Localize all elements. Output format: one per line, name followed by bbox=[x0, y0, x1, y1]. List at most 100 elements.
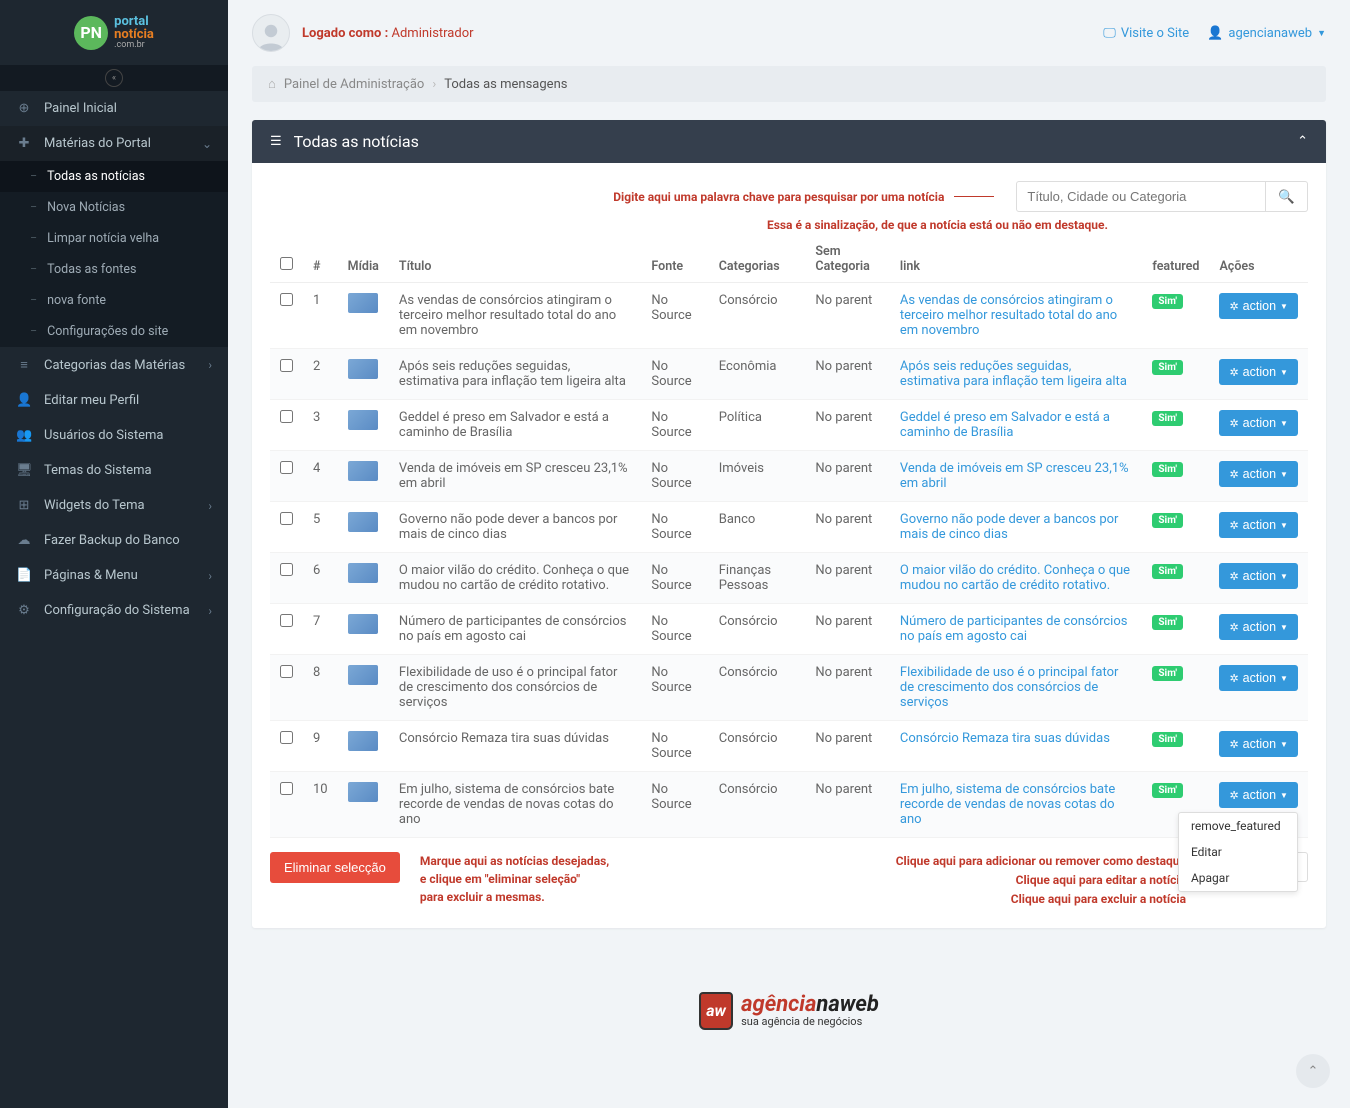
gear-icon: ✲ bbox=[1229, 468, 1238, 481]
sub-item-1[interactable]: Nova Notícias bbox=[0, 192, 228, 223]
nav-icon: 👤 bbox=[16, 393, 32, 408]
caret-down-icon: ▼ bbox=[1280, 572, 1288, 581]
action-button[interactable]: ✲action▼ bbox=[1219, 293, 1298, 319]
row-link[interactable]: As vendas de consórcios atingiram o terc… bbox=[890, 283, 1142, 349]
footer-brand-2: sua agência de negócios bbox=[741, 1016, 879, 1027]
row-link[interactable]: Geddel é preso em Salvador e está a cami… bbox=[890, 400, 1142, 451]
search-button[interactable]: 🔍 bbox=[1266, 181, 1308, 212]
media-thumb[interactable] bbox=[348, 293, 378, 313]
action-button[interactable]: ✲action▼ bbox=[1219, 665, 1298, 691]
row-checkbox[interactable] bbox=[280, 512, 293, 525]
search-input[interactable] bbox=[1016, 181, 1266, 212]
nav-item-3[interactable]: 👤Editar meu Perfil bbox=[0, 383, 228, 418]
row-checkbox[interactable] bbox=[280, 614, 293, 627]
nav-icon: 📄 bbox=[16, 568, 32, 583]
breadcrumb: ⌂ Painel de Administração › Todas as men… bbox=[252, 66, 1326, 102]
sub-item-2[interactable]: Limpar notícia velha bbox=[0, 223, 228, 254]
dropdown-delete[interactable]: Apagar bbox=[1179, 865, 1297, 891]
col-header: Ações bbox=[1209, 236, 1308, 283]
row-link[interactable]: O maior vilão do crédito. Conheça o que … bbox=[890, 553, 1142, 604]
media-thumb[interactable] bbox=[348, 410, 378, 430]
action-button[interactable]: ✲action▼ bbox=[1219, 563, 1298, 589]
media-thumb[interactable] bbox=[348, 359, 378, 379]
row-checkbox[interactable] bbox=[280, 410, 293, 423]
col-header: Mídia bbox=[338, 236, 389, 283]
row-checkbox[interactable] bbox=[280, 461, 293, 474]
row-checkbox[interactable] bbox=[280, 665, 293, 678]
nav-item-2[interactable]: ≡Categorias das Matérias› bbox=[0, 347, 228, 383]
nav-item-0[interactable]: ⊕ Painel Inicial bbox=[0, 91, 228, 126]
media-thumb[interactable] bbox=[348, 512, 378, 532]
sidebar-collapse[interactable]: « bbox=[0, 65, 228, 91]
action-button[interactable]: ✲action▼ bbox=[1219, 512, 1298, 538]
nav-icon: ⊞ bbox=[16, 498, 32, 513]
row-link[interactable]: Venda de imóveis em SP cresceu 23,1% em … bbox=[890, 451, 1142, 502]
media-thumb[interactable] bbox=[348, 731, 378, 751]
action-button[interactable]: ✲action▼ bbox=[1219, 461, 1298, 487]
action-button[interactable]: ✲action▼ bbox=[1219, 731, 1298, 757]
row-checkbox[interactable] bbox=[280, 563, 293, 576]
row-link[interactable]: Em julho, sistema de consórcios bate rec… bbox=[890, 772, 1142, 838]
media-thumb[interactable] bbox=[348, 614, 378, 634]
row-checkbox[interactable] bbox=[280, 293, 293, 306]
media-thumb[interactable] bbox=[348, 563, 378, 583]
sub-item-3[interactable]: Todas as fontes bbox=[0, 254, 228, 285]
row-checkbox[interactable] bbox=[280, 731, 293, 744]
nav-icon: ⊕ bbox=[16, 101, 32, 116]
logo-dom: .com.br bbox=[114, 41, 154, 50]
row-source: No Source bbox=[641, 772, 708, 838]
sub-item-4[interactable]: nova fonte bbox=[0, 285, 228, 316]
row-link[interactable]: Consórcio Remaza tira suas dúvidas bbox=[890, 721, 1142, 772]
row-link[interactable]: Após seis reduções seguidas, estimativa … bbox=[890, 349, 1142, 400]
visit-site-link[interactable]: 🖵 Visite o Site bbox=[1103, 26, 1189, 41]
row-category: Consórcio bbox=[709, 655, 806, 721]
sub-item-0[interactable]: Todas as notícias bbox=[0, 161, 228, 192]
row-link[interactable]: Número de participantes de consórcios no… bbox=[890, 604, 1142, 655]
dropdown-edit[interactable]: Editar bbox=[1179, 839, 1297, 865]
delete-selection-button[interactable]: Eliminar selecção bbox=[270, 852, 400, 883]
nav-icon: ☁ bbox=[16, 533, 32, 548]
row-checkbox[interactable] bbox=[280, 782, 293, 795]
select-all-checkbox[interactable] bbox=[280, 257, 293, 270]
row-category: Consórcio bbox=[709, 772, 806, 838]
chevron-up-icon[interactable]: ⌃ bbox=[1297, 134, 1308, 149]
action-button[interactable]: ✲action▼ bbox=[1219, 410, 1298, 436]
row-parent: No parent bbox=[805, 721, 890, 772]
shield-icon: aw bbox=[699, 992, 733, 1030]
media-thumb[interactable] bbox=[348, 665, 378, 685]
nav-item-9[interactable]: ⚙Configuração do Sistema› bbox=[0, 593, 228, 628]
nav-item-1[interactable]: ✚Matérias do Portal⌄ bbox=[0, 126, 228, 161]
nav-item-4[interactable]: 👥Usuários do Sistema bbox=[0, 418, 228, 453]
avatar[interactable] bbox=[252, 14, 290, 52]
table-row: 5 Governo não pode dever a bancos por ma… bbox=[270, 502, 1308, 553]
role: Administrador bbox=[391, 26, 473, 41]
nav-item-5[interactable]: 🖥Temas do Sistema bbox=[0, 453, 228, 488]
home-icon[interactable]: ⌂ bbox=[268, 76, 276, 92]
user-menu[interactable]: 👤 agencianaweb ▼ bbox=[1207, 26, 1326, 41]
caret-down-icon: ▼ bbox=[1280, 521, 1288, 530]
scroll-top-button[interactable]: ⌃ bbox=[1296, 1054, 1330, 1088]
menu-icon[interactable]: ☰ bbox=[270, 134, 282, 149]
nav-item-6[interactable]: ⊞Widgets do Tema› bbox=[0, 488, 228, 523]
nav-label: Widgets do Tema bbox=[44, 498, 196, 513]
chevron-left-icon: « bbox=[105, 69, 123, 87]
row-title: Venda de imóveis em SP cresceu 23,1% em … bbox=[389, 451, 641, 502]
breadcrumb-root[interactable]: Painel de Administração bbox=[284, 77, 424, 92]
sub-item-5[interactable]: Configurações do site bbox=[0, 316, 228, 347]
row-link[interactable]: Governo não pode dever a bancos por mais… bbox=[890, 502, 1142, 553]
featured-badge: Sim' bbox=[1152, 732, 1183, 747]
action-button[interactable]: ✲action▼ bbox=[1219, 359, 1298, 385]
row-link[interactable]: Flexibilidade de uso é o principal fator… bbox=[890, 655, 1142, 721]
nav-item-7[interactable]: ☁Fazer Backup do Banco bbox=[0, 523, 228, 558]
dropdown-remove-featured[interactable]: remove_featured bbox=[1179, 813, 1297, 839]
nav-item-8[interactable]: 📄Páginas & Menu› bbox=[0, 558, 228, 593]
nav-label: Painel Inicial bbox=[44, 101, 212, 116]
chevron-right-icon: › bbox=[208, 358, 212, 372]
logo[interactable]: PN portal notícia .com.br bbox=[0, 0, 228, 65]
media-thumb[interactable] bbox=[348, 461, 378, 481]
action-button[interactable]: ✲action▼ bbox=[1219, 614, 1298, 640]
media-thumb[interactable] bbox=[348, 782, 378, 802]
col-header: Categorias bbox=[709, 236, 806, 283]
row-checkbox[interactable] bbox=[280, 359, 293, 372]
action-button[interactable]: ✲action▼ bbox=[1219, 782, 1298, 808]
